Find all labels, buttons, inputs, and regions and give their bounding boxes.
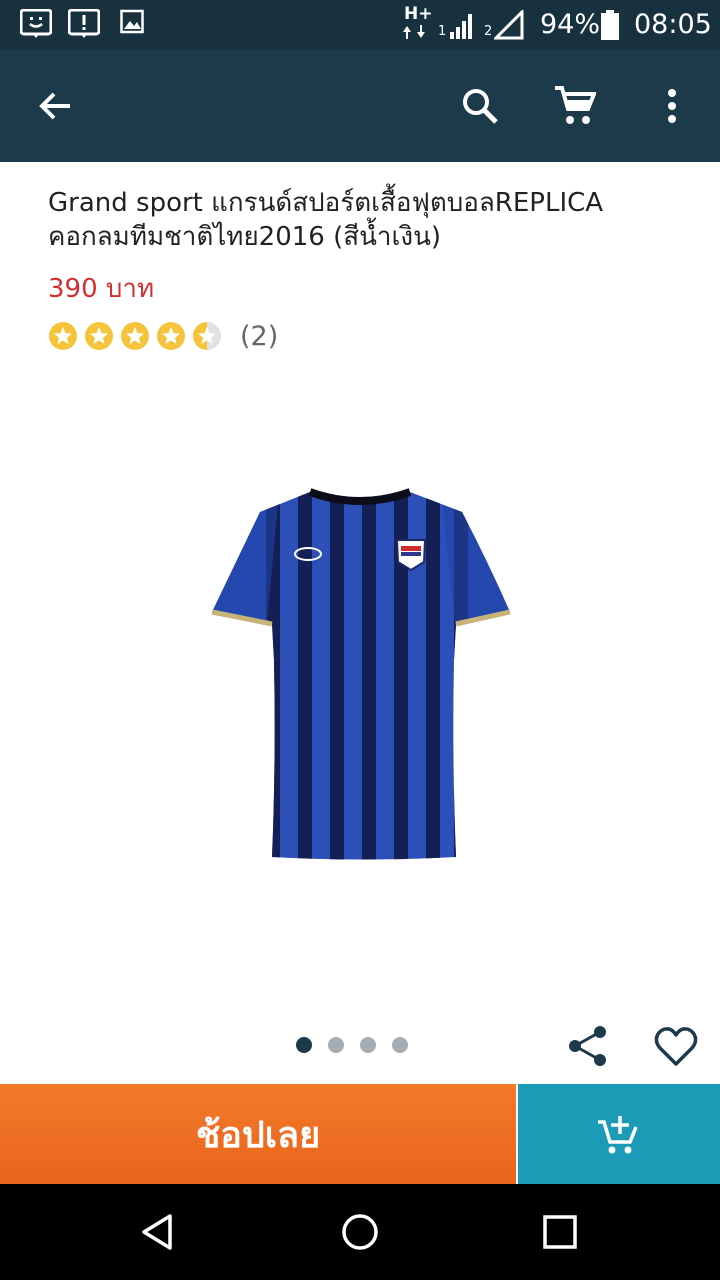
nav-home-button[interactable] [336, 1208, 384, 1256]
buy-now-button[interactable]: ช้อปเลย [0, 1084, 516, 1184]
favorite-button[interactable] [652, 1022, 700, 1070]
more-vert-icon [668, 89, 676, 123]
nav-home-icon [342, 1214, 378, 1250]
buy-now-label: ช้อปเลย [195, 1114, 321, 1156]
signal-sim1-icon [450, 14, 472, 39]
page-dot[interactable] [392, 1037, 408, 1053]
back-button[interactable] [27, 78, 83, 134]
battery-percent: 94% [540, 9, 601, 40]
nav-back-icon [142, 1214, 172, 1250]
search-button[interactable] [452, 78, 508, 134]
signal-sim2-icon [494, 10, 524, 40]
image-pagination [296, 1037, 424, 1053]
network-type: H+ [404, 4, 433, 24]
image-icon [120, 9, 144, 34]
nav-recents-icon [543, 1215, 577, 1249]
rating-count: (2) [240, 320, 279, 352]
add-to-cart-button[interactable] [518, 1084, 720, 1184]
cart-button[interactable] [547, 78, 603, 134]
page-dot-active[interactable] [296, 1037, 312, 1053]
heart-icon [654, 1027, 698, 1066]
star-full-icon [49, 322, 77, 350]
search-icon [463, 89, 498, 124]
more-options-button[interactable] [644, 78, 700, 134]
cart-icon [555, 86, 596, 124]
nav-recents-button[interactable] [536, 1208, 584, 1256]
add-to-cart-icon [598, 1116, 638, 1154]
star-half-icon [193, 322, 221, 350]
star-full-icon [85, 322, 113, 350]
battery-icon [601, 10, 619, 40]
product-rating[interactable]: (2) [48, 316, 278, 356]
page-dot[interactable] [328, 1037, 344, 1053]
share-icon [569, 1026, 606, 1066]
share-button[interactable] [564, 1022, 612, 1070]
back-arrow-icon [39, 92, 70, 120]
product-title: Grand sport แกรนด์สปอร์ตเสื้อฟุตบอลREPLI… [48, 188, 604, 252]
clock: 08:05 [634, 9, 712, 40]
star-full-icon [121, 322, 149, 350]
star-full-icon [157, 322, 185, 350]
nav-back-button[interactable] [136, 1208, 184, 1256]
product-price: 390 บาท [48, 274, 155, 304]
data-arrows-icon [403, 25, 425, 39]
navigation-bar [0, 1184, 720, 1280]
notification-face-icon [20, 9, 52, 38]
sim1-label: 1 [438, 24, 447, 39]
status-bar: H+ 1 2 94% 08:05 [0, 0, 720, 50]
sim2-label: 2 [484, 24, 493, 39]
page-dot[interactable] [360, 1037, 376, 1053]
product-image[interactable] [200, 482, 520, 867]
app-bar [0, 50, 720, 162]
alert-message-icon [68, 9, 100, 38]
